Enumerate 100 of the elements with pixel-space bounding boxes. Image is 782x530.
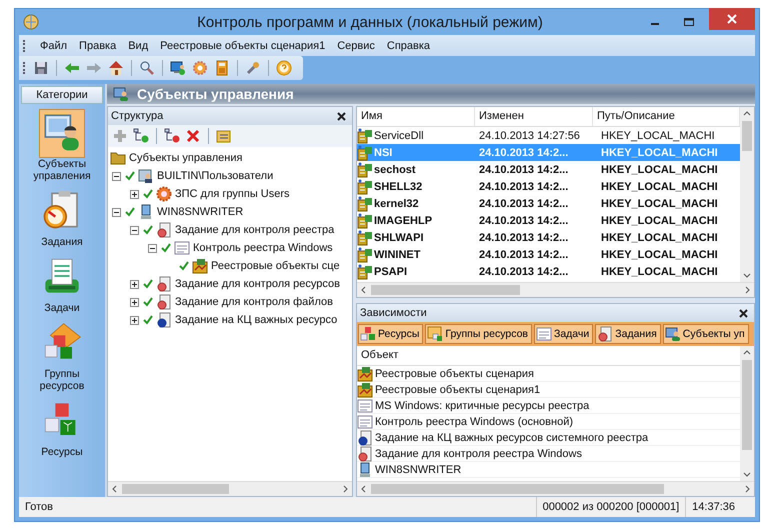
check-icon[interactable]: [125, 171, 135, 181]
dependency-tab[interactable]: Группы ресурсов: [425, 324, 532, 344]
table-row[interactable]: kernel32 24.10.2013 14:2... HKEY_LOCAL_MACHI: [357, 195, 740, 212]
menu-item[interactable]: Правка: [79, 40, 116, 52]
plus-box-icon[interactable]: [130, 280, 139, 288]
tree-item[interactable]: ЗПС для группы Users: [175, 188, 290, 200]
table-cell-text: 24.10.2013 14:2...: [478, 180, 570, 192]
add-node-icon[interactable]: [133, 128, 149, 144]
monitor-user-icon[interactable]: [170, 60, 186, 76]
tree-item[interactable]: Субъекты управления: [129, 152, 242, 164]
table-row[interactable]: ServiceDll 24.10.2013 14:27:56 HKEY_LOCAL_MACHI: [357, 127, 740, 144]
tree-item[interactable]: Задание для контроля ресурсов: [175, 278, 340, 290]
table-cell-text: 24.10.2013 14:2...: [478, 198, 570, 210]
horizontal-scrollbar[interactable]: [108, 481, 352, 496]
dependency-tab[interactable]: Субъекты уп: [662, 324, 749, 344]
list-item[interactable]: Задание на КЦ важных ресурсов системного реестра: [375, 432, 648, 444]
scroll-left-icon[interactable]: [360, 286, 368, 294]
list-item[interactable]: Реестровые объекты сценария1: [375, 384, 540, 396]
minus-box-icon[interactable]: [148, 244, 157, 252]
check-icon[interactable]: [143, 279, 153, 289]
menu-item[interactable]: Справка: [386, 40, 430, 52]
calculator-icon[interactable]: [214, 60, 230, 76]
scrollbar-thumb[interactable]: [371, 285, 520, 295]
close-button[interactable]: [709, 8, 755, 30]
scroll-right-icon[interactable]: [743, 286, 751, 294]
table-row[interactable]: SHLWAPI 24.10.2013 14:2... HKEY_LOCAL_MACHI: [357, 229, 740, 246]
scroll-right-icon[interactable]: [743, 485, 751, 493]
list-item[interactable]: MS Windows: критичные ресурсы реестра: [375, 400, 590, 412]
menu-item[interactable]: Реестровые объекты сценария1: [160, 40, 326, 52]
dependency-tab[interactable]: Ресурсы: [358, 324, 424, 344]
tree-item[interactable]: Задание для контроля файлов: [175, 296, 333, 308]
tree-item[interactable]: WIN8SNWRITER: [157, 206, 244, 218]
vertical-scrollbar[interactable]: [740, 107, 754, 282]
tree-item[interactable]: BUILTIN\Пользователи: [157, 170, 274, 182]
category-item[interactable]: Группы ресурсов: [22, 318, 102, 396]
close-icon[interactable]: [739, 308, 748, 318]
list-item[interactable]: Задание для контроля реестра Windows: [375, 448, 582, 460]
table-row[interactable]: WININET 24.10.2013 14:2... HKEY_LOCAL_MACHI: [357, 246, 740, 263]
check-icon[interactable]: [143, 315, 153, 325]
list-item[interactable]: Контроль реестра Windows (основной): [375, 416, 574, 428]
category-item[interactable]: Задания: [22, 186, 102, 252]
category-item[interactable]: Субъекты управления: [22, 108, 102, 186]
minus-box-icon[interactable]: [112, 208, 121, 216]
check-icon[interactable]: [161, 243, 171, 253]
list-item[interactable]: Реестровые объекты сценария: [375, 368, 534, 380]
scrollbar-thumb[interactable]: [742, 360, 752, 450]
check-icon[interactable]: [179, 261, 189, 271]
category-item[interactable]: Задачи: [22, 252, 102, 318]
dependency-tab[interactable]: Задания: [595, 324, 661, 344]
tree-item[interactable]: Контроль реестра Windows: [193, 242, 333, 254]
save-icon[interactable]: [33, 60, 49, 76]
tree-item[interactable]: Задание для контроля реестра: [175, 224, 334, 236]
minus-box-icon[interactable]: [112, 172, 121, 180]
check-icon[interactable]: [143, 297, 153, 307]
menu-item[interactable]: Вид: [128, 40, 148, 52]
tree-item[interactable]: Реестровые объекты сце: [211, 260, 340, 272]
help-icon[interactable]: [276, 60, 292, 76]
check-icon[interactable]: [143, 189, 153, 199]
search-icon[interactable]: [139, 60, 155, 76]
table-row[interactable]: IMAGEHLP 24.10.2013 14:2... HKEY_LOCAL_MACHI: [357, 212, 740, 229]
users-icon: [138, 168, 154, 184]
back-arrow-icon[interactable]: [64, 60, 80, 76]
plus-box-icon[interactable]: [130, 190, 139, 198]
category-item[interactable]: Ресурсы: [22, 396, 102, 462]
menu-item[interactable]: Файл: [40, 40, 68, 52]
scroll-left-icon[interactable]: [111, 485, 119, 493]
check-icon[interactable]: [143, 225, 153, 235]
table-row[interactable]: sechost 24.10.2013 14:2... HKEY_LOCAL_MACHI: [357, 161, 740, 178]
delete-icon[interactable]: [185, 128, 201, 144]
list-item[interactable]: WIN8SNWRITER: [375, 464, 462, 476]
table-row[interactable]: SHELL32 24.10.2013 14:2... HKEY_LOCAL_MACHI: [357, 178, 740, 195]
horizontal-scrollbar[interactable]: [357, 481, 754, 496]
scrollbar-thumb[interactable]: [742, 121, 752, 152]
folder-list-icon[interactable]: [216, 128, 232, 144]
column-header[interactable]: Объект: [357, 346, 740, 366]
close-icon[interactable]: [337, 112, 346, 120]
home-icon[interactable]: [108, 60, 124, 76]
column-header[interactable]: Изменен: [475, 107, 593, 126]
minus-box-icon[interactable]: [130, 226, 139, 234]
menu-item[interactable]: Сервис: [337, 40, 375, 52]
dependency-tab[interactable]: Задачи: [534, 324, 594, 344]
scroll-down-icon[interactable]: [743, 470, 751, 478]
table-cell-text: HKEY_LOCAL_MACHI: [600, 130, 716, 142]
scroll-right-icon[interactable]: [341, 485, 349, 493]
scroll-up-icon[interactable]: [743, 349, 751, 357]
scroll-down-icon[interactable]: [743, 271, 751, 279]
scrollbar-thumb[interactable]: [371, 484, 664, 494]
gear-icon[interactable]: [192, 60, 208, 76]
plus-box-icon[interactable]: [130, 298, 139, 306]
table-row[interactable]: PSAPI 24.10.2013 14:2... HKEY_LOCAL_MACHI: [357, 263, 740, 280]
column-header[interactable]: Имя: [357, 107, 475, 126]
scrollbar-thumb[interactable]: [122, 484, 230, 494]
check-icon[interactable]: [125, 207, 135, 217]
scroll-left-icon[interactable]: [360, 485, 368, 493]
remove-node-icon[interactable]: [164, 128, 180, 144]
tree-item[interactable]: Задание на КЦ важных ресурсо: [175, 314, 338, 326]
plus-box-icon[interactable]: [130, 316, 139, 324]
horizontal-scrollbar[interactable]: [357, 282, 754, 297]
vertical-scrollbar[interactable]: [740, 346, 754, 481]
scroll-up-icon[interactable]: [743, 110, 751, 118]
